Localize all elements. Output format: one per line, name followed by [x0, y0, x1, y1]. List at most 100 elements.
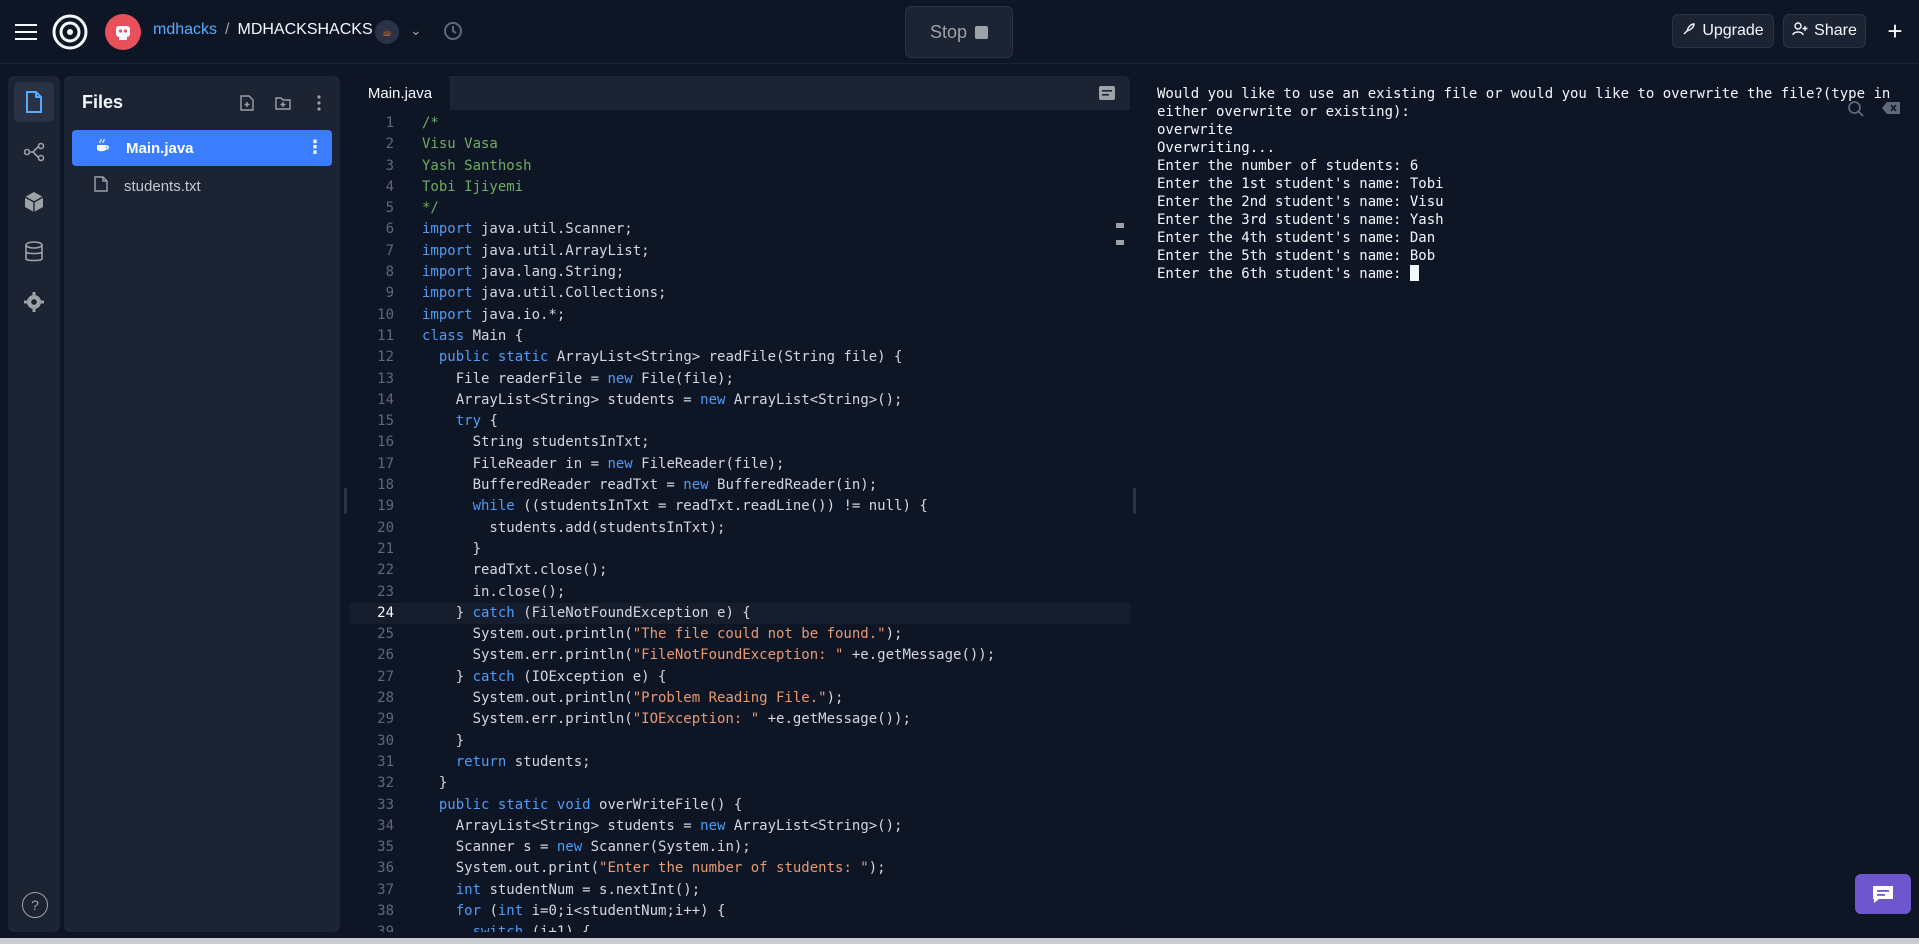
upgrade-button[interactable]: Upgrade: [1672, 14, 1774, 48]
username-link[interactable]: mdhacks: [153, 21, 217, 39]
file-item-main-java[interactable]: Main.java ⋮: [72, 130, 332, 166]
code-line[interactable]: 13 File readerFile = new File(file);: [350, 369, 1130, 390]
history-icon[interactable]: [442, 20, 464, 48]
code-line[interactable]: 18 BufferedReader readTxt = new Buffered…: [350, 475, 1130, 496]
replit-logo-icon[interactable]: [52, 14, 88, 50]
more-options-icon[interactable]: [308, 92, 330, 114]
gear-icon[interactable]: [14, 282, 54, 322]
repl-name[interactable]: MDHACKSHACKS: [237, 21, 372, 39]
editor-tab-bar: Main.java: [350, 76, 1130, 110]
code-line[interactable]: 33 public static void overWriteFile() {: [350, 795, 1130, 816]
code-text: ArrayList<String> students = new ArrayLi…: [422, 391, 903, 408]
code-text: import java.util.ArrayList;: [422, 242, 650, 259]
code-line[interactable]: 20 students.add(studentsInTxt);: [350, 518, 1130, 539]
code-line[interactable]: 38 for (int i=0;i<studentNum;i++) {: [350, 901, 1130, 922]
code-line[interactable]: 6 import java.util.Scanner;: [350, 219, 1130, 240]
code-text: ArrayList<String> students = new ArrayLi…: [422, 817, 903, 834]
code-line[interactable]: 31 return students;: [350, 752, 1130, 773]
code-line[interactable]: 12 public static ArrayList<String> readF…: [350, 347, 1130, 368]
file-item-students-txt[interactable]: students.txt: [72, 168, 332, 204]
line-number: 29: [377, 711, 394, 728]
code-line[interactable]: 28 System.out.println("Problem Reading F…: [350, 688, 1130, 709]
panel-resize-handle[interactable]: [344, 488, 347, 514]
code-line[interactable]: 29 System.err.println("IOException: " +e…: [350, 709, 1130, 730]
help-icon[interactable]: ?: [22, 892, 48, 918]
code-line[interactable]: 7 import java.util.ArrayList;: [350, 241, 1130, 262]
code-line[interactable]: 24 } catch (FileNotFoundException e) {: [350, 602, 1130, 625]
line-number: 5: [385, 200, 394, 217]
add-button[interactable]: +: [1880, 14, 1910, 48]
code-line[interactable]: 11 class Main {: [350, 326, 1130, 347]
code-text: for (int i=0;i<studentNum;i++) {: [455, 902, 726, 919]
code-line[interactable]: 22 readTxt.close();: [350, 560, 1130, 581]
stop-button[interactable]: Stop: [905, 6, 1013, 58]
line-number: 25: [377, 626, 394, 643]
line-number: 24: [377, 604, 394, 621]
new-file-icon[interactable]: [236, 92, 258, 114]
code-line[interactable]: 5 */: [350, 198, 1130, 219]
code-line[interactable]: 1 /*: [350, 113, 1130, 134]
code-text: import java.io.*;: [422, 306, 566, 323]
tab-main-java[interactable]: Main.java: [350, 76, 450, 110]
code-line[interactable]: 37 int studentNum = s.nextInt();: [350, 880, 1130, 901]
editor-menu-icon[interactable]: [1098, 84, 1116, 102]
scrollbar-marker: [1116, 223, 1124, 228]
code-text: File readerFile = new File(file);: [422, 370, 734, 387]
code-line[interactable]: 32 }: [350, 773, 1130, 794]
code-line[interactable]: 14 ArrayList<String> students = new Arra…: [350, 390, 1130, 411]
code-line[interactable]: 34 ArrayList<String> students = new Arra…: [350, 816, 1130, 837]
code-line[interactable]: 2 Visu Vasa: [350, 134, 1130, 155]
code-text: Visu Vasa: [422, 136, 498, 153]
code-line[interactable]: 8 import java.lang.String;: [350, 262, 1130, 283]
share-label: Share: [1814, 22, 1857, 39]
code-text: public static ArrayList<String> readFile…: [438, 349, 903, 366]
user-avatar-icon[interactable]: [105, 14, 141, 50]
share-button[interactable]: Share: [1783, 14, 1866, 48]
java-icon[interactable]: ☕: [375, 20, 399, 44]
code-area[interactable]: 1 /* 2 Visu Vasa 3 Yash Santhosh 4 Tobi Ijiyemi…: [350, 113, 1130, 932]
files-icon[interactable]: [14, 82, 54, 122]
file-options-icon[interactable]: ⋮: [306, 138, 324, 156]
code-line[interactable]: 25 System.out.println("The file could no…: [350, 624, 1130, 645]
code-line[interactable]: 16 String studentsInTxt;: [350, 432, 1130, 453]
code-line[interactable]: 36 System.out.print("Enter the number of…: [350, 858, 1130, 879]
git-icon[interactable]: [14, 132, 54, 172]
code-line[interactable]: 35 Scanner s = new Scanner(System.in);: [350, 837, 1130, 858]
file-name: Main.java: [126, 139, 194, 157]
code-line[interactable]: 27 } catch (IOException e) {: [350, 667, 1130, 688]
clear-console-icon[interactable]: [1881, 100, 1901, 123]
code-text: switch (i+1) {: [422, 922, 591, 932]
new-folder-icon[interactable]: [272, 92, 294, 114]
code-line[interactable]: 21 }: [350, 539, 1130, 560]
code-line[interactable]: 19 while ((studentsInTxt = readTxt.readL…: [350, 496, 1130, 517]
file-name: students.txt: [124, 177, 201, 195]
code-line[interactable]: 26 System.err.println("FileNotFoundExcep…: [350, 645, 1130, 666]
search-icon[interactable]: [1847, 100, 1865, 123]
panel-resize-handle[interactable]: [1133, 488, 1136, 514]
code-text: class Main {: [422, 327, 524, 344]
chevron-down-icon[interactable]: ⌄: [410, 22, 422, 39]
stop-button-label: Stop: [929, 21, 968, 42]
code-line[interactable]: 15 try {: [350, 411, 1130, 432]
code-text: import java.lang.String;: [422, 264, 625, 281]
code-text: String studentsInTxt;: [422, 434, 650, 451]
chat-icon[interactable]: [1855, 874, 1911, 914]
hamburger-menu-icon[interactable]: [14, 20, 38, 44]
line-number: 18: [377, 477, 394, 494]
line-number: 32: [377, 775, 394, 792]
code-line[interactable]: 17 FileReader in = new FileReader(file);: [350, 454, 1130, 475]
code-line[interactable]: 9 import java.util.Collections;: [350, 283, 1130, 304]
line-number: 1: [385, 115, 394, 131]
code-line[interactable]: 10 import java.io.*;: [350, 305, 1130, 326]
code-text: System.out.println("Problem Reading File…: [422, 690, 844, 707]
code-line[interactable]: 39 switch (i+1) {: [350, 922, 1130, 932]
code-line[interactable]: 23 in.close();: [350, 582, 1130, 603]
console-panel[interactable]: Would you like to use an existing file o…: [1140, 76, 1919, 932]
code-text: System.out.println("The file could not b…: [422, 626, 903, 643]
packages-icon[interactable]: [14, 182, 54, 222]
code-line[interactable]: 30 }: [350, 731, 1130, 752]
database-icon[interactable]: [14, 232, 54, 272]
code-text: in.close();: [422, 583, 566, 600]
code-line[interactable]: 4 Tobi Ijiyemi: [350, 177, 1130, 198]
code-line[interactable]: 3 Yash Santhosh: [350, 156, 1130, 177]
